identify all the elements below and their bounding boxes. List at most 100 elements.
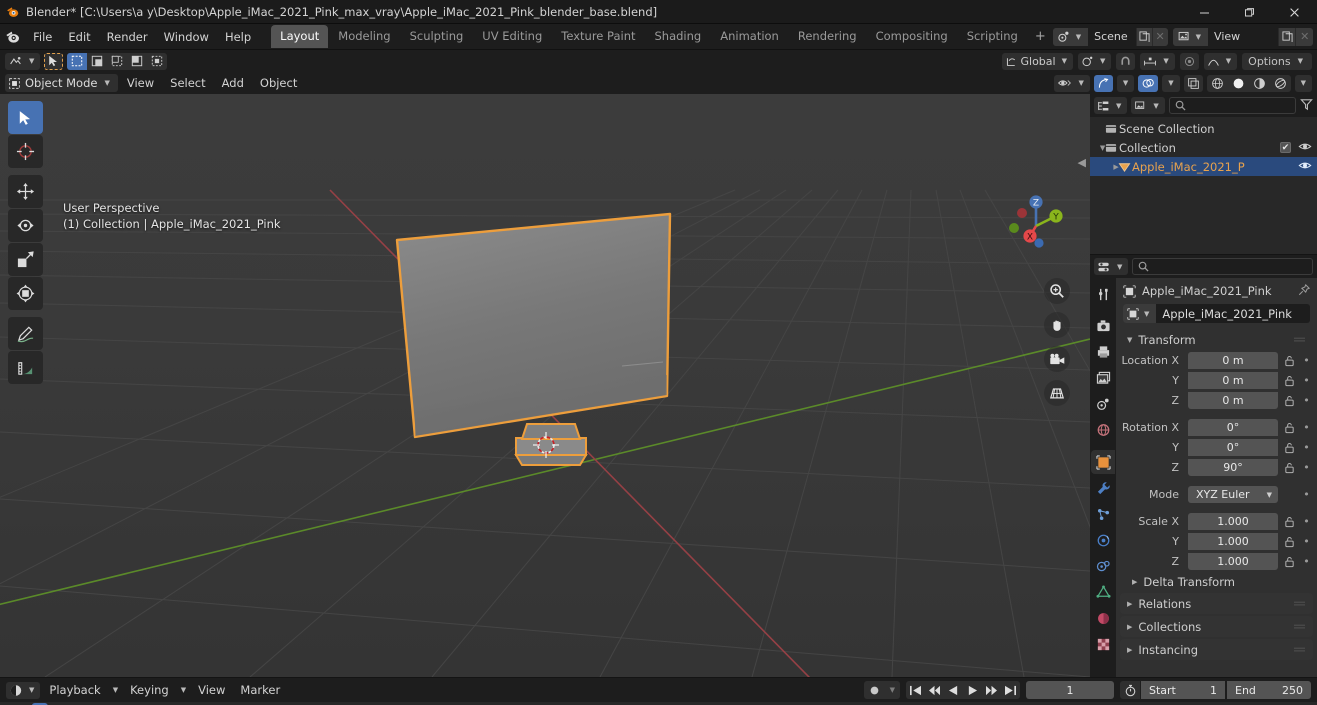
snap-toggle[interactable] [1116, 52, 1136, 70]
object-tab[interactable] [1091, 450, 1115, 474]
world-tab[interactable] [1091, 418, 1115, 442]
disclosure-triangle[interactable]: ▶ [1090, 163, 1118, 171]
use-preview-range-button[interactable] [1120, 681, 1140, 699]
delta-transform-panel[interactable]: ▶ Delta Transform [1116, 572, 1317, 591]
viewport-menu-select[interactable]: Select [163, 74, 212, 92]
overlays-toggle[interactable] [1138, 74, 1159, 92]
select-subtract-button[interactable] [107, 53, 127, 70]
next-keyframe-button[interactable] [982, 681, 1001, 699]
animate-property-dot[interactable]: • [1300, 515, 1313, 528]
relations-panel[interactable]: ▶ Relations [1120, 593, 1313, 614]
animate-property-dot[interactable]: • [1300, 488, 1313, 501]
lock-icon[interactable] [1282, 442, 1296, 454]
3d-viewport[interactable]: ◀ User Perspective (1) Collection | Appl… [0, 94, 1090, 677]
rotate-tool[interactable] [8, 209, 43, 242]
blender-menu-icon[interactable] [4, 28, 21, 46]
location-y-field[interactable]: 0 m [1188, 372, 1278, 389]
lock-icon[interactable] [1282, 462, 1296, 474]
viewport-collapse-arrow[interactable]: ◀ [1078, 156, 1086, 169]
animate-property-dot[interactable]: • [1300, 354, 1313, 367]
timeline-menu-keying[interactable]: Keying [124, 681, 175, 699]
physics-tab[interactable] [1091, 528, 1115, 552]
scene-icon[interactable]: ▼ [1052, 27, 1089, 46]
record-icon[interactable] [864, 681, 885, 699]
view-layer-tab[interactable] [1091, 366, 1115, 390]
tweak-tool[interactable] [8, 101, 43, 134]
workspace-tab-texture-paint[interactable]: Texture Paint [552, 25, 644, 48]
menu-file[interactable]: File [25, 27, 60, 47]
outliner-display-mode-button[interactable]: ▼ [1131, 97, 1165, 114]
object-name-field[interactable]: ▼ Apple_iMac_2021_Pink [1123, 304, 1310, 323]
annotate-tool[interactable] [8, 317, 43, 350]
collections-panel[interactable]: ▶ Collections [1120, 616, 1313, 637]
outliner-row-scene-collection[interactable]: Scene Collection [1090, 119, 1317, 138]
grid-icon[interactable] [1044, 380, 1070, 406]
animate-property-dot[interactable]: • [1300, 441, 1313, 454]
camera-icon[interactable] [1044, 346, 1070, 372]
current-frame-field[interactable]: 1 [1026, 681, 1114, 699]
jump-to-end-button[interactable] [1001, 681, 1020, 699]
options-button[interactable]: Options ▼ [1242, 52, 1312, 70]
eye-icon[interactable] [1298, 160, 1312, 174]
eye-icon[interactable] [1298, 141, 1312, 155]
transform-panel-header[interactable]: ▼ Transform [1120, 329, 1313, 350]
start-frame-field[interactable]: Start 1 [1141, 681, 1225, 699]
workspace-tab-rendering[interactable]: Rendering [789, 25, 866, 48]
navigation-gizmo[interactable]: Z Y X [1000, 190, 1072, 262]
minimize-button[interactable] [1182, 0, 1227, 24]
lock-icon[interactable] [1282, 355, 1296, 367]
scene-tab[interactable] [1091, 392, 1115, 416]
rotation-y-field[interactable]: 0° [1188, 439, 1278, 456]
new-view-layer-button[interactable] [1277, 27, 1296, 46]
workspace-tab-animation[interactable]: Animation [711, 25, 788, 48]
viewport-menu-object[interactable]: Object [253, 74, 304, 92]
lock-icon[interactable] [1282, 375, 1296, 387]
timeline-menu-playback[interactable]: Playback [43, 681, 106, 699]
constraints-tab[interactable] [1091, 554, 1115, 578]
timeline-menu-view[interactable]: View [192, 681, 231, 699]
outliner-search-input[interactable] [1168, 97, 1296, 114]
workspace-tab-scripting[interactable]: Scripting [958, 25, 1027, 48]
new-scene-button[interactable] [1135, 27, 1152, 46]
instancing-panel[interactable]: ▶ Instancing [1120, 639, 1313, 660]
unlink-scene-button[interactable]: ✕ [1151, 27, 1168, 46]
collection-checkbox[interactable]: ✔ [1280, 142, 1291, 153]
workspace-tab-modeling[interactable]: Modeling [329, 25, 399, 48]
previous-keyframe-button[interactable] [925, 681, 944, 699]
select-intersect-button[interactable] [147, 53, 167, 70]
animate-property-dot[interactable]: • [1300, 555, 1313, 568]
output-tab[interactable] [1091, 340, 1115, 364]
animate-property-dot[interactable]: • [1300, 421, 1313, 434]
viewport-menu-add[interactable]: Add [215, 74, 251, 92]
lock-icon[interactable] [1282, 536, 1296, 548]
play-button[interactable] [963, 681, 982, 699]
particles-tab[interactable] [1091, 502, 1115, 526]
scale-x-field[interactable]: 1.000 [1188, 513, 1278, 530]
timeline-menu-marker[interactable]: Marker [234, 681, 286, 699]
outliner-row-collection[interactable]: ▼ Collection ✔ [1090, 138, 1317, 157]
data-tab[interactable] [1091, 580, 1115, 604]
workspace-tab-compositing[interactable]: Compositing [867, 25, 957, 48]
scale-z-field[interactable]: 1.000 [1188, 553, 1278, 570]
play-reverse-button[interactable] [944, 681, 963, 699]
texture-tab[interactable] [1091, 632, 1115, 656]
animate-property-dot[interactable]: • [1300, 374, 1313, 387]
workspace-tab-uv-editing[interactable]: UV Editing [473, 25, 551, 48]
scene-selector[interactable]: ▼ Scene ✕ [1052, 27, 1168, 46]
menu-help[interactable]: Help [217, 27, 259, 47]
properties-search-input[interactable] [1132, 258, 1313, 275]
auto-keying-dropdown[interactable]: ▼ [885, 681, 900, 699]
render-tab[interactable] [1091, 314, 1115, 338]
shading-solid-button[interactable] [1228, 75, 1249, 92]
menu-render[interactable]: Render [99, 27, 156, 47]
end-frame-field[interactable]: End 250 [1227, 681, 1311, 699]
scene-name[interactable]: Scene [1088, 27, 1136, 46]
animate-property-dot[interactable]: • [1300, 461, 1313, 474]
falloff-selector[interactable]: ▼ [1203, 52, 1238, 70]
measure-tool[interactable] [8, 351, 43, 384]
move-tool[interactable] [8, 175, 43, 208]
location-z-field[interactable]: 0 m [1188, 392, 1278, 409]
outliner-filter-button[interactable] [1300, 98, 1313, 114]
animate-property-dot[interactable]: • [1300, 535, 1313, 548]
rotation-mode-dropdown[interactable]: XYZ Euler ▼ [1188, 486, 1278, 503]
